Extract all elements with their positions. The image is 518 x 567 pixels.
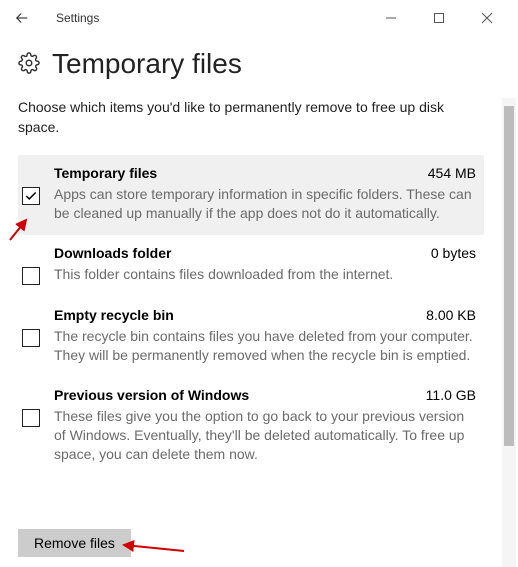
minimize-icon: [385, 12, 397, 24]
item-description: Apps can store temporary information in …: [54, 185, 476, 223]
item-size: 0 bytes: [431, 245, 476, 261]
page-header: Temporary files: [0, 36, 518, 98]
item-description: The recycle bin contains files you have …: [54, 327, 476, 365]
checkbox[interactable]: [22, 267, 40, 285]
content-area: Choose which items you'd like to permane…: [0, 98, 502, 567]
checkmark-icon: [24, 189, 38, 203]
list-item[interactable]: Empty recycle bin 8.00 KB The recycle bin …: [18, 297, 484, 377]
back-button[interactable]: [6, 2, 38, 34]
window-title: Settings: [56, 11, 99, 25]
window-controls: [376, 4, 512, 32]
item-title: Downloads folder: [54, 245, 171, 261]
list-item[interactable]: Downloads folder 0 bytes This folder conta…: [18, 235, 484, 297]
close-button[interactable]: [472, 4, 502, 32]
remove-files-button[interactable]: Remove files: [18, 529, 131, 557]
maximize-button[interactable]: [424, 4, 454, 32]
list-item[interactable]: Temporary files 454 MB Apps can store temp…: [18, 155, 484, 235]
checkbox[interactable]: [22, 187, 40, 205]
checkbox[interactable]: [22, 409, 40, 427]
intro-text: Choose which items you'd like to permane…: [18, 98, 484, 137]
page-title: Temporary files: [52, 48, 242, 80]
item-title: Empty recycle bin: [54, 307, 174, 323]
item-size: 11.0 GB: [426, 387, 476, 403]
item-size: 454 MB: [428, 165, 476, 181]
titlebar: Settings: [0, 0, 518, 36]
list-item[interactable]: Previous version of Windows 11.0 GB These …: [18, 377, 484, 476]
minimize-button[interactable]: [376, 4, 406, 32]
checkbox[interactable]: [22, 329, 40, 347]
item-title: Temporary files: [54, 165, 157, 181]
maximize-icon: [433, 12, 445, 24]
close-icon: [481, 12, 493, 24]
scrollbar[interactable]: [502, 98, 516, 567]
item-description: This folder contains files downloaded fr…: [54, 265, 476, 284]
item-title: Previous version of Windows: [54, 387, 249, 403]
scrollbar-thumb[interactable]: [504, 106, 514, 446]
arrow-left-icon: [13, 9, 31, 27]
gear-icon: [18, 52, 40, 77]
item-description: These files give you the option to go ba…: [54, 407, 476, 464]
item-size: 8.00 KB: [426, 307, 476, 323]
